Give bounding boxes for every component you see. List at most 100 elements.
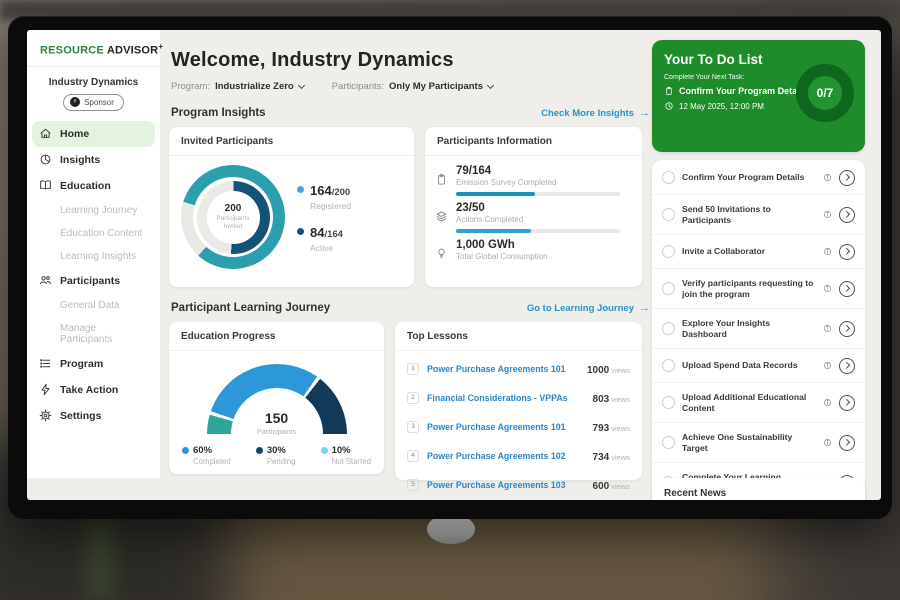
sidebar-item-manage-participants[interactable]: Manage Participants (27, 317, 160, 351)
sidebar-item-label: Participants (60, 275, 120, 287)
task-row[interactable]: Explore Your Insights Dashboard (652, 309, 865, 349)
chevron-right-icon[interactable] (839, 358, 855, 374)
info-icon[interactable] (823, 398, 832, 407)
todo-counter: 0/7 (817, 86, 834, 100)
task-label: Explore Your Insights Dashboard (682, 318, 816, 340)
sidebar-item-take-action[interactable]: Take Action (27, 377, 160, 403)
info-value: 1,000 GWh (456, 239, 548, 251)
lesson-title-link[interactable]: Power Purchase Agreements 101 (427, 422, 585, 432)
task-checkbox[interactable] (662, 322, 675, 335)
task-checkbox[interactable] (662, 171, 675, 184)
check-more-insights-link[interactable]: Check More Insights (541, 107, 650, 119)
task-row[interactable]: Upload Additional Educational Content (652, 383, 865, 423)
legend-label: Completed (193, 457, 231, 466)
info-icon[interactable] (823, 210, 832, 219)
participants-label: Participants: (332, 81, 384, 92)
task-checkbox[interactable] (662, 208, 675, 221)
info-icon[interactable] (823, 247, 832, 256)
task-row[interactable]: Invite a Collaborator (652, 235, 865, 269)
lesson-rank: 1 (407, 363, 419, 375)
lesson-row[interactable]: 2 Financial Considerations - VPPAs 803vi… (407, 383, 630, 412)
lesson-row[interactable]: 5 Power Purchase Agreements 103 600views (407, 470, 630, 499)
card-title: Participants Information (425, 127, 642, 156)
lesson-row[interactable]: 3 Power Purchase Agreements 101 793views (407, 412, 630, 441)
task-checkbox[interactable] (662, 436, 675, 449)
legend-label: Active (310, 243, 343, 253)
go-to-learning-journey-link[interactable]: Go to Learning Journey (527, 302, 650, 314)
info-label: Emission Survey Completed (456, 178, 620, 187)
donut-outer-ring: 200 Participants Invited (181, 165, 285, 269)
chevron-right-icon[interactable] (839, 435, 855, 451)
todo-due-label: 12 May 2025, 12:00 PM (679, 102, 764, 111)
task-checkbox[interactable] (662, 396, 675, 409)
lesson-row[interactable]: 4 Power Purchase Agreements 102 734views (407, 441, 630, 470)
chevron-right-icon[interactable] (839, 321, 855, 337)
info-icon[interactable] (823, 438, 832, 447)
program-selector[interactable]: Program: Industrialize Zero (171, 81, 304, 92)
sidebar-item-education[interactable]: Education (27, 173, 160, 199)
dashboard-screen: RESOURCE ADVISOR+ Industry Dynamics ⚡ Sp… (27, 30, 881, 500)
page-title: Welcome, Industry Dynamics (171, 49, 652, 72)
donut-center: 200 Participants Invited (207, 191, 260, 244)
chevron-right-icon[interactable] (839, 281, 855, 297)
task-row[interactable]: Send 50 Invitations to Participants (652, 195, 865, 235)
lesson-views-unit: views (611, 482, 630, 491)
legend-dot (321, 447, 328, 454)
legend-item-registered: 164/200 Registered (297, 182, 351, 211)
sidebar-item-settings[interactable]: Settings (27, 403, 160, 429)
info-label: Total Global Consumption (456, 252, 548, 261)
lesson-views: 1000 (587, 365, 609, 376)
donut-center-value: 200 (225, 203, 242, 214)
lesson-title-link[interactable]: Power Purchase Agreements 102 (427, 451, 585, 461)
sidebar-item-insights[interactable]: Insights (27, 147, 160, 173)
sidebar-item-home[interactable]: Home (32, 121, 155, 147)
lesson-title-link[interactable]: Power Purchase Agreements 101 (427, 364, 579, 374)
legend-dot (297, 228, 304, 235)
legend-item-pending: 30% Pending (256, 445, 296, 466)
sidebar-item-participants[interactable]: Participants (27, 268, 160, 294)
task-checkbox[interactable] (662, 282, 675, 295)
task-label: Achieve One Sustainability Target (682, 432, 816, 454)
legend-item-active: 84/164 Active (297, 224, 351, 253)
sidebar-item-program[interactable]: Program (27, 351, 160, 377)
todo-task-list: Confirm Your Program Details Send 50 Inv… (652, 160, 865, 500)
gauge-center-value: 150 (207, 410, 347, 426)
lesson-rank: 4 (407, 450, 419, 462)
lesson-title-link[interactable]: Financial Considerations - VPPAs (427, 393, 585, 403)
participants-information-card: Participants Information 79/164 Emission… (425, 127, 642, 287)
task-checkbox[interactable] (662, 359, 675, 372)
info-icon[interactable] (823, 284, 832, 293)
chevron-right-icon[interactable] (839, 395, 855, 411)
task-row[interactable]: Achieve One Sustainability Target (652, 423, 865, 463)
info-icon[interactable] (823, 361, 832, 370)
participants-selector[interactable]: Participants: Only My Participants (332, 81, 493, 92)
chevron-right-icon[interactable] (839, 244, 855, 260)
chevron-right-icon[interactable] (839, 170, 855, 186)
todo-summary-card: Your To Do List Complete Your Next Task:… (652, 40, 865, 152)
sidebar-item-label: Insights (60, 154, 100, 166)
sidebar-item-learning-journey[interactable]: Learning Journey (27, 199, 160, 222)
task-checkbox[interactable] (662, 245, 675, 258)
legend-dot (182, 447, 189, 454)
chevron-right-icon[interactable] (839, 207, 855, 223)
task-row[interactable]: Verify participants requesting to join t… (652, 269, 865, 309)
sidebar-item-general-data[interactable]: General Data (27, 294, 160, 317)
donut-legend: 164/200 Registered 84/164 Active (297, 182, 351, 253)
info-icon[interactable] (823, 324, 832, 333)
program-insights-header: Program Insights Check More Insights (171, 107, 650, 119)
lesson-views: 793 (593, 423, 610, 434)
task-row[interactable]: Confirm Your Program Details (652, 161, 865, 195)
lesson-row[interactable]: 1 Power Purchase Agreements 101 1000view… (407, 354, 630, 383)
sidebar-item-education-content[interactable]: Education Content (27, 222, 160, 245)
sidebar-item-label: Program (60, 358, 103, 370)
app-logo: RESOURCE ADVISOR+ (27, 30, 160, 67)
lesson-title-link[interactable]: Power Purchase Agreements 103 (427, 480, 585, 490)
info-icon[interactable] (823, 173, 832, 182)
section-title: Program Insights (171, 107, 266, 119)
card-title: Invited Participants (169, 127, 414, 156)
education-progress-card: Education Progress 150 Participants 60 (169, 322, 384, 474)
task-row[interactable]: Upload Spend Data Records (652, 349, 865, 383)
sponsor-badge[interactable]: ⚡ Sponsor (63, 94, 124, 111)
sidebar-item-learning-insights[interactable]: Learning Insights (27, 245, 160, 268)
invited-participants-card: Invited Participants 200 Participants In… (169, 127, 414, 287)
